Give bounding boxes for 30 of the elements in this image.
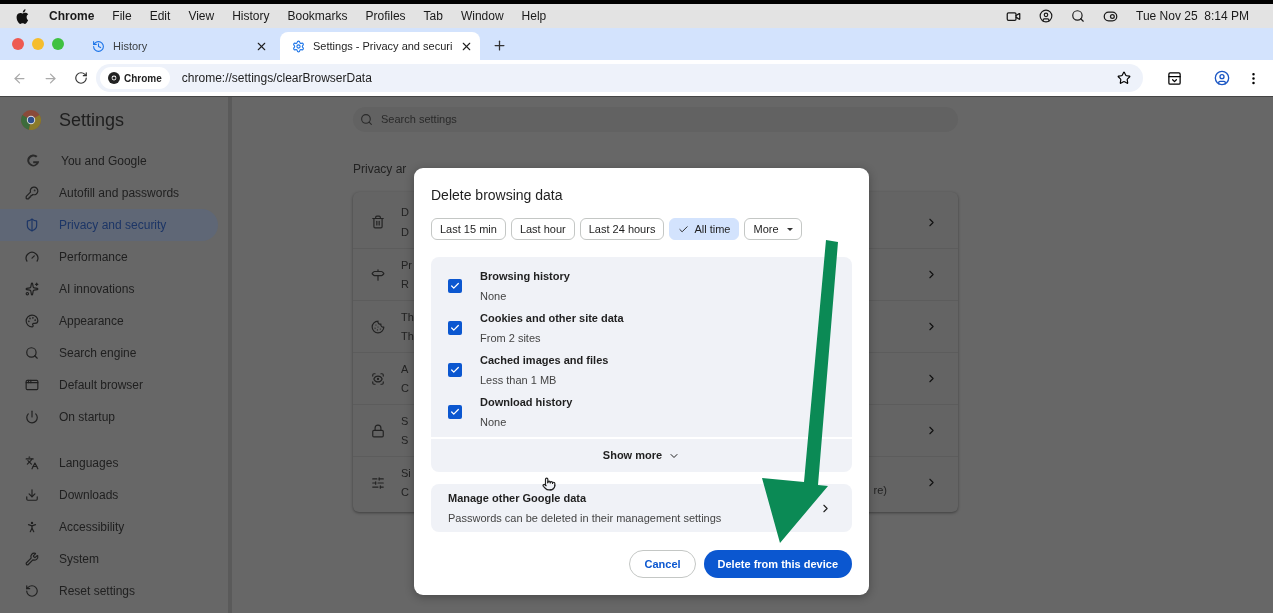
manage-title: Manage other Google data — [448, 491, 588, 506]
dialog-title: Delete browsing data — [431, 186, 564, 205]
url-text: chrome://settings/clearBrowserData — [181, 70, 372, 87]
row-title: Si — [401, 465, 411, 481]
row-subtitle: C — [401, 381, 409, 396]
item-title: Cookies and other site data — [480, 311, 624, 326]
row-subtitle: S — [401, 433, 409, 448]
row-title: Pr — [401, 257, 412, 273]
row-text: re) — [873, 483, 887, 499]
row-title: A — [401, 361, 409, 377]
tab-title: Settings - Privacy and securi — [313, 38, 453, 54]
row-subtitle: C — [401, 485, 410, 500]
section-heading: Privacy ar — [353, 161, 408, 178]
item-title: Cached images and files — [480, 353, 609, 368]
item-title: Download history — [480, 395, 573, 410]
item-detail: From 2 sites — [480, 330, 542, 346]
row-subtitle: D — [401, 224, 409, 240]
item-title: Browsing history — [480, 269, 570, 284]
row-subtitle: R — [401, 277, 410, 292]
item-detail: None — [480, 414, 508, 430]
manage-subtitle: Passwords can be deleted in their management settings — [448, 510, 722, 526]
tab-title: History — [113, 38, 148, 54]
item-detail: None — [480, 288, 508, 304]
row-title: Th — [401, 309, 414, 325]
row-subtitle: Th — [401, 329, 414, 344]
row-title: D — [401, 205, 409, 220]
row-title: S — [401, 413, 409, 429]
item-detail: Less than 1 MB — [480, 372, 558, 388]
clock: Tue Nov 25 8:14 PM — [1136, 8, 1249, 25]
settings-title: Settings — [59, 108, 125, 132]
